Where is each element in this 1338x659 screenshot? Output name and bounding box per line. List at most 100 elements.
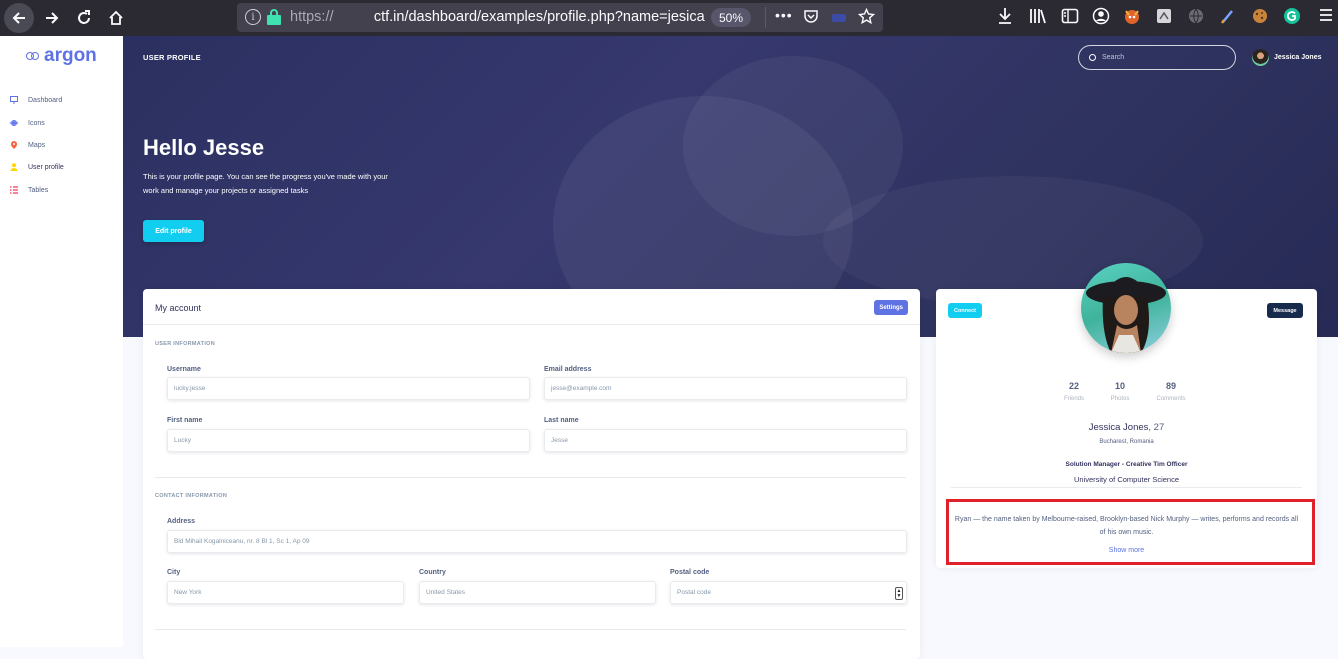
country-field[interactable]: United States (419, 581, 656, 604)
brand-logo[interactable]: argon (26, 45, 97, 67)
list-icon (10, 186, 18, 194)
reload-icon (78, 10, 90, 24)
user-icon (10, 163, 18, 171)
stat-friends: 22 Friends (1049, 381, 1099, 402)
card-header: My account Settings (143, 289, 920, 325)
section-label: USER INFORMATION (155, 341, 216, 347)
url-separator (765, 7, 766, 28)
lock-icon[interactable] (267, 9, 281, 25)
username-field[interactable]: lucky.jesse (167, 377, 530, 400)
postal-code-placeholder: Postal code (677, 589, 711, 596)
menu-icon[interactable] (1318, 7, 1334, 28)
search-placeholder: Search (1102, 54, 1125, 61)
browser-toolbar: i https:// ctf.in/dashboard/examples/pro… (0, 0, 1338, 36)
stepper-down-icon[interactable]: ▼ (897, 593, 902, 599)
avatar (1252, 49, 1269, 66)
settings-button[interactable]: Settings (874, 300, 908, 315)
profile-name: Jessica Jones (1088, 422, 1149, 433)
monitor-icon (10, 96, 18, 104)
info-icon[interactable]: i (245, 9, 261, 25)
last-name-label: Last name (544, 417, 579, 424)
country-label: Country (419, 569, 446, 576)
first-name-field[interactable]: Lucky (167, 429, 530, 452)
profile-location: Bucharest, Romania (1099, 439, 1154, 445)
stat-value: 10 (1114, 381, 1125, 391)
search-icon (1089, 54, 1096, 61)
sidebar: argon Dashboard Icons Maps User profile … (0, 36, 123, 647)
city-label: City (167, 569, 181, 576)
extension-fox-icon[interactable] (1123, 7, 1141, 30)
stat-value: 22 (1068, 381, 1079, 391)
home-icon (109, 10, 123, 25)
pocket-icon[interactable] (803, 8, 819, 27)
stat-label: Comments (1156, 396, 1186, 402)
sidebar-item-maps[interactable]: Maps (10, 141, 45, 149)
page-title[interactable]: USER PROFILE (143, 53, 201, 62)
stat-comments: 89 Comments (1146, 381, 1196, 402)
grammarly-icon[interactable] (1283, 7, 1301, 30)
stat-label: Friends (1063, 396, 1084, 402)
address-field[interactable]: Bld Mihail Kogalniceanu, nr. 8 Bl 1, Sc … (167, 530, 907, 553)
download-icon[interactable] (997, 7, 1013, 30)
highlight-annotation (946, 499, 1315, 565)
profile-avatar[interactable] (1081, 263, 1171, 353)
extension-brush-icon[interactable] (1219, 7, 1237, 30)
profile-school: University of Computer Science (1073, 475, 1180, 484)
extension-icon[interactable] (831, 11, 847, 27)
sidebar-item-dashboard[interactable]: Dashboard (10, 96, 62, 104)
message-button[interactable]: Message (1267, 303, 1303, 318)
sidebar-item-icons[interactable]: Icons (10, 119, 45, 127)
library-icon[interactable] (1029, 7, 1047, 30)
reload-button[interactable] (70, 4, 98, 32)
arrow-right-icon (46, 12, 59, 24)
url-bar[interactable]: i https:// ctf.in/dashboard/examples/pro… (237, 3, 883, 32)
planet-icon (10, 120, 18, 126)
extension-globe-icon[interactable] (1187, 7, 1205, 30)
url-scheme: https:// (290, 9, 334, 25)
hero-description: This is your profile page. You can see t… (143, 172, 388, 195)
address-label: Address (167, 518, 196, 525)
back-button[interactable] (4, 3, 34, 33)
profile-name-line: Jessica Jones, 27 (936, 422, 1317, 433)
url-host-hidden (334, 9, 374, 25)
profile-age: , 27 (1148, 422, 1165, 433)
sidebar-item-tables[interactable]: Tables (10, 186, 48, 194)
more-icon[interactable]: ••• (775, 7, 793, 23)
postal-code-label: Postal code (670, 569, 710, 576)
brand-name: argon (44, 45, 97, 66)
map-pin-icon (11, 141, 17, 149)
city-field[interactable]: New York (167, 581, 404, 604)
user-menu[interactable]: Jessica Jones (1252, 49, 1321, 66)
stat-photos: 10 Photos (1095, 381, 1145, 402)
first-name-label: First name (167, 417, 203, 424)
connect-button[interactable]: Connect (948, 303, 982, 318)
home-button[interactable] (102, 4, 130, 32)
my-account-card: My account Settings USER INFORMATION Use… (143, 289, 920, 659)
divider (951, 487, 1302, 488)
number-stepper[interactable]: ▲ ▼ (895, 587, 903, 600)
extension-puzzle-icon[interactable] (1155, 7, 1173, 30)
user-name: Jessica Jones (1274, 54, 1322, 61)
star-icon[interactable] (857, 7, 876, 28)
divider (155, 477, 906, 478)
search-input[interactable]: Search (1078, 45, 1236, 70)
url-rest: ctf.in/dashboard/examples/profile.php?na… (373, 9, 705, 25)
last-name-field[interactable]: Jesse (544, 429, 907, 452)
divider (155, 629, 906, 630)
card-title: My account (155, 303, 202, 313)
url-text[interactable]: https:// ctf.in/dashboard/examples/profi… (290, 9, 705, 25)
sidebar-item-user-profile[interactable]: User profile (10, 163, 64, 171)
postal-code-field[interactable]: Postal code ▲ ▼ (670, 581, 907, 604)
extension-cookie-icon[interactable] (1251, 7, 1269, 30)
zoom-badge[interactable]: 50% (711, 8, 751, 27)
profile-photo (1086, 277, 1166, 353)
sidebar-toggle-icon[interactable] (1061, 7, 1079, 30)
section-label: CONTACT INFORMATION (155, 493, 228, 499)
email-field[interactable]: jesse@example.com (544, 377, 907, 400)
stat-value: 89 (1165, 381, 1176, 391)
account-icon[interactable] (1092, 7, 1110, 30)
sidebar-item-label: Dashboard (28, 96, 63, 104)
edit-profile-button[interactable]: Edit profile (143, 220, 204, 242)
forward-button[interactable] (38, 4, 66, 32)
sidebar-item-label: Maps (28, 141, 46, 149)
